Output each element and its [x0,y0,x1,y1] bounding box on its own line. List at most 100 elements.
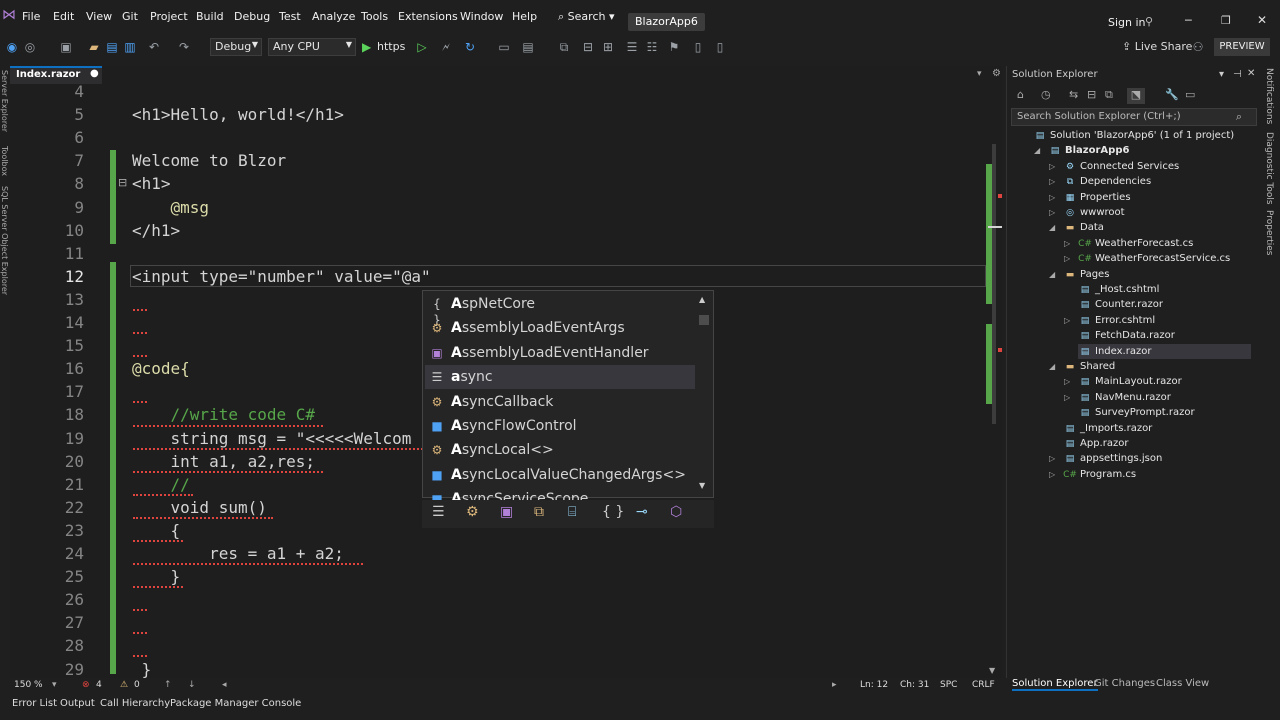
close-icon[interactable]: ✕ [1257,13,1267,27]
menu-project[interactable]: Project [150,10,188,23]
tree-item[interactable]: ◢ ▬ Shared [1049,359,1115,374]
tree-item[interactable]: ▤ Index.razor [1078,343,1251,359]
tree-item[interactable]: ▤ _Imports.razor [1063,421,1153,436]
completion-item[interactable]: ⚙ AsyncLocal<> [425,438,695,462]
tree-item[interactable]: ▷ ◎ wwwroot [1049,205,1125,220]
open-icon[interactable]: ▰ [86,39,102,55]
completion-scrollbar[interactable]: ▲ ▼ [697,295,711,491]
scroll-down-icon[interactable]: ▼ [699,481,705,490]
menu-help[interactable]: Help [512,10,537,23]
preview-icon[interactable]: ▭ [1185,88,1195,101]
redo-icon[interactable]: ↷ [176,39,192,55]
scroll-down-icon[interactable]: ▼ [989,666,995,675]
expand-icon[interactable]: ▷ [1049,451,1055,466]
collapse-icon[interactable]: ◢ [1034,143,1040,158]
close-icon[interactable]: ✕ [1247,68,1255,79]
code-line[interactable]: <h1>Hello, world!</h1> [132,105,344,124]
completion-item[interactable]: ▣ AssemblyLoadEventHandler [425,341,695,365]
run-without-debug-icon[interactable]: ▷ [414,39,430,55]
toolbox-tab[interactable]: Toolbox [0,146,9,176]
menu-view[interactable]: View [86,10,112,23]
interface-filter-icon[interactable]: ⊸ [636,504,648,520]
forward-icon[interactable]: ◎ [22,39,38,55]
tree-item[interactable]: ▤ _Host.cshtml [1078,282,1160,297]
code-line[interactable]: int a1, a2,res; [132,452,316,471]
collapse-icon[interactable]: ⊟ [118,176,127,189]
tab-solution-explorer[interactable]: Solution Explorer [1012,678,1098,691]
menu-tools[interactable]: Tools [361,10,388,23]
code-line[interactable]: } [132,660,152,679]
undo-icon[interactable]: ↶ [146,39,162,55]
tab-git-changes[interactable]: Git Changes [1094,678,1155,689]
back-icon[interactable]: ◉ [4,39,20,55]
collapse-all-icon[interactable]: ⊟ [1087,88,1096,101]
menu-debug[interactable]: Debug [234,10,270,23]
tab-overflow-icon[interactable]: ▾ [977,69,982,79]
tree-item[interactable]: ▤ App.razor [1063,436,1129,451]
maximize-icon[interactable]: ❐ [1221,14,1231,27]
account-icon[interactable]: ⚲ [1145,15,1153,28]
class-filter-icon[interactable]: ⚙ [466,504,479,520]
menu-git[interactable]: Git [122,10,138,23]
scroll-thumb[interactable] [992,144,996,424]
minimize-icon[interactable]: ─ [1185,14,1192,27]
expand-icon[interactable]: ▷ [1064,313,1070,328]
tree-item[interactable]: ◢ ▬ Data [1049,220,1104,235]
notifications-tab[interactable]: Notifications [1264,68,1274,124]
expand-icon[interactable]: ▷ [1049,190,1055,205]
save-icon[interactable]: ▤ [104,39,120,55]
tab-class-view[interactable]: Class View [1156,678,1209,689]
server-explorer-tab[interactable]: Server Explorer [0,70,9,132]
preview-badge[interactable]: PREVIEW [1214,38,1270,56]
bookmark-icon[interactable]: ⚑ [666,39,682,55]
tree-item[interactable]: ▷ ▤ Error.cshtml [1064,313,1155,328]
sync-icon[interactable]: ⇆ [1069,88,1078,101]
tree-item[interactable]: ▷ ▤ MainLayout.razor [1064,374,1182,389]
menu-extensions[interactable]: Extensions [398,10,458,23]
show-all-icon[interactable]: ⧉ [1105,88,1113,102]
tab-error-list[interactable]: Error List [12,698,57,709]
properties-icon[interactable]: 🔧 [1165,88,1179,101]
code-line[interactable]: void sum() [132,498,267,517]
tree-item[interactable]: ▤ SurveyPrompt.razor [1078,405,1195,420]
history-icon[interactable]: ◷ [1041,88,1051,101]
tree-item[interactable]: ▷ ⧉ Dependencies [1049,174,1151,189]
expand-icon[interactable]: ▷ [1064,390,1070,405]
scroll-up-icon[interactable]: ▲ [699,295,705,304]
code-line[interactable]: } [132,567,181,586]
config-select[interactable]: Debug ▼ [210,38,262,56]
search-menu[interactable]: ⌕ Search ▾ [558,10,615,24]
expand-icon[interactable]: ▷ [1049,467,1055,482]
code-line[interactable]: // [132,475,190,494]
home-icon[interactable]: ⌂ [1017,88,1024,101]
code-line[interactable]: @code{ [132,359,190,378]
tree-item[interactable]: ▷ C# Program.cs [1049,467,1136,482]
platform-select[interactable]: Any CPU ▼ [268,38,356,56]
save-all-icon[interactable]: ▥ [122,39,138,55]
tree-item[interactable]: ▷ ▦ Properties [1049,190,1131,205]
tab-call-hierarchy[interactable]: Call Hierarchy [100,698,170,709]
pin-icon[interactable]: ⊣ [1233,69,1242,80]
code-line[interactable]: Welcome to Blzor [132,151,286,170]
enum-filter-icon[interactable]: ⧉ [534,504,544,520]
completion-item[interactable]: ☰ async [425,365,695,390]
feedback-icon[interactable]: ⚇ [1190,39,1206,55]
bookmark-prev-icon[interactable]: ▯ [690,39,706,55]
tab-package-manager-console[interactable]: Package Manager Console [170,698,301,709]
column-indicator[interactable]: Ch: 31 [900,680,929,690]
warning-icon[interactable]: ⚠ [120,680,128,690]
code-line[interactable]: { [132,521,181,540]
collapse-icon[interactable]: ◢ [1049,267,1055,282]
menu-file[interactable]: File [22,10,40,23]
tree-item[interactable]: ▤ Counter.razor [1078,297,1163,312]
tree-item[interactable]: ▤ FetchData.razor [1078,328,1175,343]
solution-search-input[interactable]: Search Solution Explorer (Ctrl+;) ⌕ [1011,108,1257,126]
tree-item[interactable]: ◢ ▤ BlazorApp6 [1034,143,1129,158]
tree-item[interactable]: ◢ ▬ Pages [1049,267,1109,282]
scroll-thumb[interactable] [699,315,709,325]
code-line[interactable]: res = a1 + a2; [132,544,344,563]
tree-item[interactable]: ▷ C# WeatherForecastService.cs [1064,251,1230,266]
menu-test[interactable]: Test [279,10,301,23]
code-line[interactable]: string msg = "<<<<<Welcom [132,429,412,448]
line-indicator[interactable]: Ln: 12 [860,680,888,690]
